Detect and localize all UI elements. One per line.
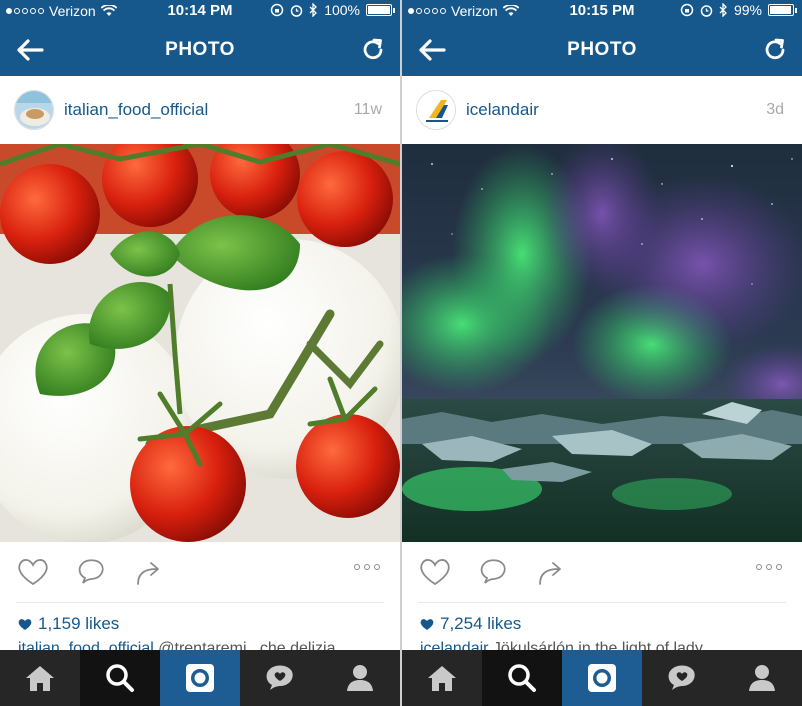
refresh-icon[interactable]: [360, 36, 386, 64]
navigation-bar: PHOTO: [0, 22, 400, 76]
profile-icon: [347, 665, 373, 691]
likes-count[interactable]: 1,159 likes: [38, 614, 119, 634]
tab-profile[interactable]: [320, 650, 400, 706]
activity-heart-icon: [266, 665, 293, 690]
more-options-icon[interactable]: [354, 564, 380, 570]
bluetooth-icon: [309, 3, 318, 17]
activity-heart-icon: [668, 665, 695, 690]
tab-bar: [402, 650, 802, 706]
bluetooth-icon: [719, 3, 727, 17]
alarm-icon: [700, 4, 713, 17]
navigation-bar: PHOTO: [402, 22, 802, 76]
rotation-lock-icon: [680, 3, 694, 17]
tab-home[interactable]: [402, 650, 482, 706]
post-age: 11w: [353, 101, 382, 118]
rotation-lock-icon: [270, 3, 284, 17]
tab-activity[interactable]: [642, 650, 722, 706]
share-arrow-icon[interactable]: [132, 556, 166, 588]
avatar[interactable]: [14, 90, 54, 130]
comment-bubble-icon[interactable]: [74, 556, 108, 588]
tab-camera[interactable]: [160, 650, 240, 706]
like-heart-icon[interactable]: [418, 556, 452, 588]
home-icon: [26, 666, 54, 691]
divider: [418, 602, 786, 603]
post-header: icelandair 3d: [402, 76, 802, 144]
post-photo[interactable]: [402, 144, 802, 542]
divider: [16, 602, 384, 603]
refresh-icon[interactable]: [762, 36, 788, 64]
battery-icon: [768, 4, 797, 16]
post-age: 3d: [766, 101, 784, 118]
search-icon: [508, 664, 536, 692]
search-icon: [106, 664, 134, 692]
tab-profile[interactable]: [722, 650, 802, 706]
battery-percent: 99%: [733, 2, 762, 18]
comment-bubble-icon[interactable]: [476, 556, 510, 588]
alarm-icon: [290, 4, 303, 17]
likes-count[interactable]: 7,254 likes: [440, 614, 521, 634]
battery-percent: 100%: [324, 2, 360, 18]
post-header: italian_food_official 11w: [0, 76, 400, 144]
tab-camera[interactable]: [562, 650, 642, 706]
likes-heart-icon: [420, 618, 434, 630]
tab-search[interactable]: [482, 650, 562, 706]
camera-icon: [186, 664, 214, 692]
likes-heart-icon: [18, 618, 32, 630]
post-actions: [402, 542, 802, 602]
more-options-icon[interactable]: [756, 564, 782, 570]
home-icon: [428, 666, 456, 691]
tab-bar: [0, 650, 400, 706]
avatar[interactable]: [416, 90, 456, 130]
camera-icon: [588, 664, 616, 692]
post-username[interactable]: icelandair: [466, 100, 539, 120]
page-title: PHOTO: [567, 39, 637, 60]
tab-search[interactable]: [80, 650, 160, 706]
post-photo[interactable]: [0, 144, 400, 542]
phone-screen-left: Verizon 10:14 PM 100% PHOTO italian_food…: [0, 0, 400, 706]
post-username[interactable]: italian_food_official: [64, 100, 208, 120]
status-bar: Verizon 10:14 PM 100%: [0, 0, 400, 22]
page-title: PHOTO: [165, 39, 235, 60]
tab-home[interactable]: [0, 650, 80, 706]
tab-activity[interactable]: [240, 650, 320, 706]
battery-icon: [366, 4, 395, 16]
share-arrow-icon[interactable]: [534, 556, 568, 588]
like-heart-icon[interactable]: [16, 556, 50, 588]
profile-icon: [749, 665, 775, 691]
phone-screen-right: Verizon 10:15 PM 99% PHOTO icelandair 3d: [402, 0, 802, 706]
post-actions: [0, 542, 400, 602]
status-bar: Verizon 10:15 PM 99%: [402, 0, 802, 22]
